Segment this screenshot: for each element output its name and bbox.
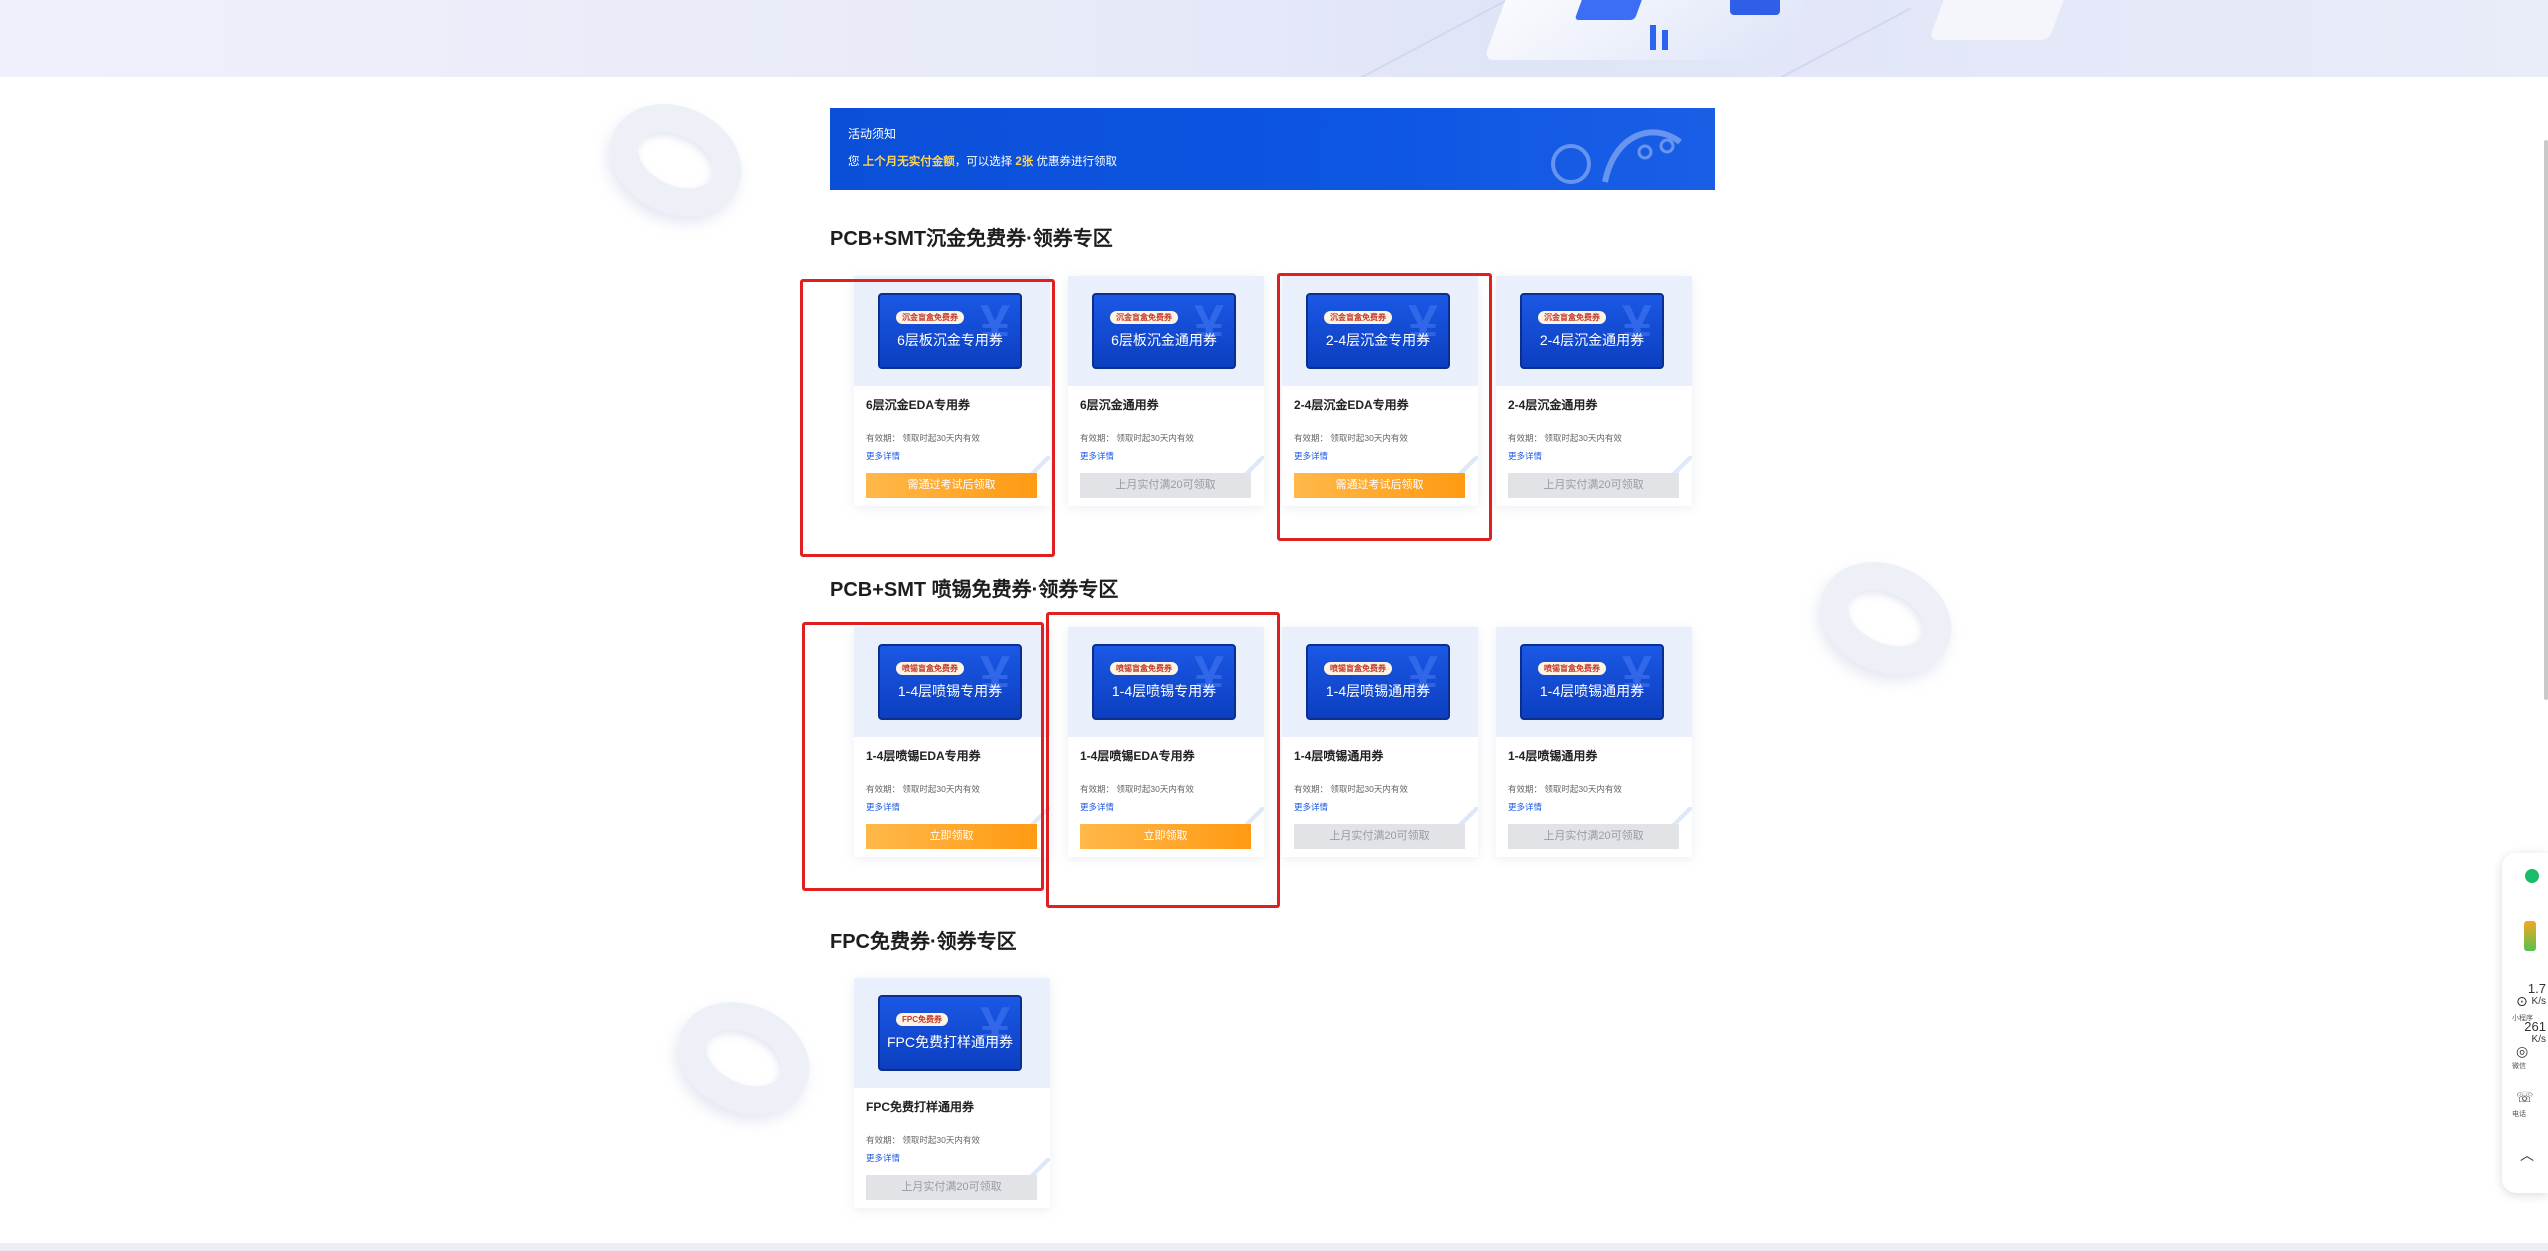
network-upload-unit: K/s [2531,996,2546,1007]
coupon-validity: 有效期： 领取时起30天内有效 [1508,433,1622,443]
coupon-card: ¥ FPC免费券 FPC免费打样通用券 FPC免费打样通用券 有效期： 领取时起30… [854,978,1050,1208]
top-banner [0,0,2548,77]
coupon-ticket: ¥ 沉金盲盒免费券 6层板沉金通用券 [1092,293,1236,369]
phone-icon[interactable]: ☏ [2516,1089,2534,1106]
highlight-box [1046,612,1280,908]
coupon-ticket: ¥ 沉金盲盒免费券 2-4层沉金通用券 [1520,293,1664,369]
section-title-tin: PCB+SMT 喷锡免费券·领券专区 [830,579,1119,601]
coupon-name: 6层沉金通用券 [1080,398,1159,412]
coupon-validity: 有效期： 领取时起30天内有效 [1080,433,1194,443]
coupon-name: 1-4层喷锡通用券 [1508,749,1598,763]
wechat-label: 微信 [2512,1063,2526,1070]
notice-decoration-icon [1551,129,1682,184]
coupon-ticket: ¥ 喷锡盲盒免费券 1-4层喷锡通用券 [1306,644,1450,720]
page-bottom-bar [0,1243,2548,1251]
back-to-top-icon[interactable]: ︿ [2520,1145,2534,1165]
notice-title: 活动须知 [848,127,897,141]
coupon-card: ¥ 喷锡盲盒免费券 1-4层喷锡通用券 1-4层喷锡通用券 有效期： 领取时起30天… [1282,627,1478,857]
section-title-fpc: FPC免费券·领券专区 [830,931,1017,953]
coupon-validity: 有效期： 领取时起30天内有效 [1294,784,1408,794]
activity-notice: 活动须知 您 上个月无实付金额，可以选择 2张 优惠券进行领取 [830,108,1715,190]
page-scrollbar[interactable] [2544,140,2548,700]
coupon-card: ¥ 沉金盲盒免费券 6层板沉金通用券 6层沉金通用券 有效期： 领取时起30天内有效… [1068,276,1264,506]
network-download-value: 261 [2524,1019,2546,1034]
claim-button[interactable]: 上月实付满20可领取 [1294,824,1465,849]
coupon-validity: 有效期： 领取时起30天内有效 [866,1135,980,1145]
highlight-box [800,279,1055,557]
more-details-link[interactable]: 更多详情 [1294,801,1328,813]
highlight-box [1277,273,1492,541]
decor-ring [591,83,761,237]
highlight-box [802,622,1044,891]
more-details-link[interactable]: 更多详情 [1508,450,1542,462]
network-meter-icon [2524,921,2536,951]
decor-ring [659,981,829,1135]
notice-desc: 您 上个月无实付金额，可以选择 2张 优惠券进行领取 [848,156,1118,168]
coupon-validity: 有效期： 领取时起30天内有效 [1508,784,1622,794]
claim-button[interactable]: 上月实付满20可领取 [1508,824,1679,849]
coupon-ticket: ¥ FPC免费券 FPC免费打样通用券 [878,995,1022,1071]
more-details-link[interactable]: 更多详情 [1080,450,1114,462]
claim-button[interactable]: 上月实付满20可领取 [866,1175,1037,1200]
claim-button[interactable]: 上月实付满20可领取 [1508,473,1679,498]
coupon-ticket: ¥ 喷锡盲盒免费券 1-4层喷锡通用券 [1520,644,1664,720]
more-details-link[interactable]: 更多详情 [866,1152,900,1164]
wechat-icon[interactable]: ◎ [2516,1043,2528,1060]
decor-ring [1801,541,1971,695]
coupon-card: ¥ 沉金盲盒免费券 2-4层沉金通用券 2-4层沉金通用券 有效期： 领取时起30天… [1496,276,1692,506]
section-title-gold: PCB+SMT沉金免费券·领券专区 [830,228,1113,250]
mini-program-icon[interactable]: ⊙ [2516,993,2528,1010]
coupon-name: FPC免费打样通用券 [866,1100,975,1114]
coupon-card: ¥ 喷锡盲盒免费券 1-4层喷锡通用券 1-4层喷锡通用券 有效期： 领取时起30天… [1496,627,1692,857]
network-download-unit: K/s [2531,1034,2546,1045]
coupon-name: 1-4层喷锡通用券 [1294,749,1384,763]
phone-label: 电话 [2512,1111,2526,1118]
claim-button[interactable]: 上月实付满20可领取 [1080,473,1251,498]
coupon-name: 2-4层沉金通用券 [1508,398,1598,412]
floating-service-panel: 1.7 K/s ⊙ 小程序 261 K/s ◎ 微信 ☏ 电话 ︿ [2502,853,2548,1193]
status-dot-icon [2525,869,2539,883]
more-details-link[interactable]: 更多详情 [1508,801,1542,813]
network-upload-value: 1.7 [2527,981,2546,996]
